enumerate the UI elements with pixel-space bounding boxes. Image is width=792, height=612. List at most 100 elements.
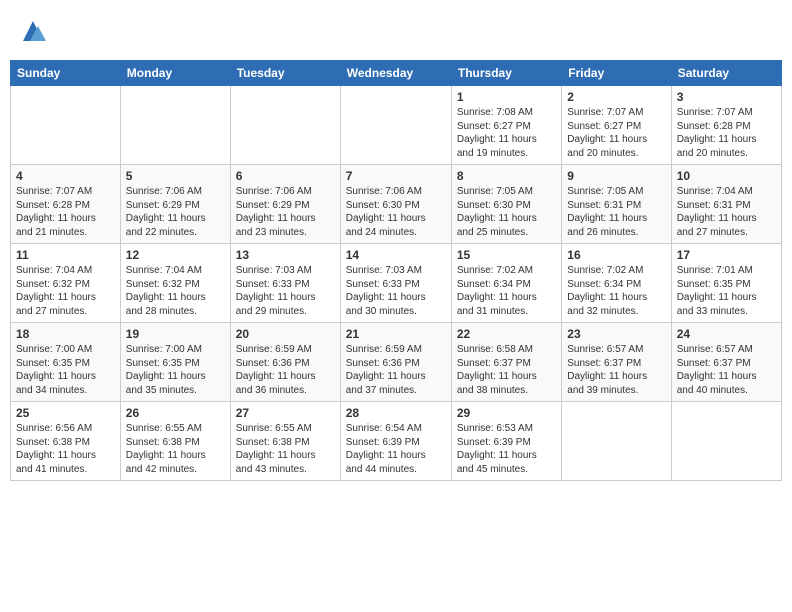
week-row-1: 1 Sunrise: 7:08 AM Sunset: 6:27 PM Daylig…: [11, 86, 782, 165]
day-number: 21: [346, 327, 446, 341]
day-number: 18: [16, 327, 115, 341]
calendar-header: SundayMondayTuesdayWednesdayThursdayFrid…: [11, 61, 782, 86]
day-info: Sunrise: 7:07 AM Sunset: 6:27 PM Dayligh…: [567, 106, 665, 160]
day-info: Sunrise: 7:04 AM Sunset: 6:32 PM Dayligh…: [16, 264, 115, 318]
day-number: 23: [567, 327, 665, 341]
day-number: 12: [126, 248, 225, 262]
header: [10, 10, 782, 52]
day-info: Sunrise: 7:03 AM Sunset: 6:33 PM Dayligh…: [236, 264, 335, 318]
day-info: Sunrise: 7:05 AM Sunset: 6:31 PM Dayligh…: [567, 185, 665, 239]
day-number: 4: [16, 169, 115, 183]
day-number: 1: [457, 90, 556, 104]
day-info: Sunrise: 7:06 AM Sunset: 6:29 PM Dayligh…: [126, 185, 225, 239]
day-info: Sunrise: 7:01 AM Sunset: 6:35 PM Dayligh…: [677, 264, 776, 318]
day-cell: 23 Sunrise: 6:57 AM Sunset: 6:37 PM Dayli…: [562, 323, 671, 402]
day-cell: 14 Sunrise: 7:03 AM Sunset: 6:33 PM Dayli…: [340, 244, 451, 323]
day-cell: 26 Sunrise: 6:55 AM Sunset: 6:38 PM Dayli…: [120, 402, 230, 481]
day-cell: 12 Sunrise: 7:04 AM Sunset: 6:32 PM Dayli…: [120, 244, 230, 323]
day-info: Sunrise: 7:06 AM Sunset: 6:29 PM Dayligh…: [236, 185, 335, 239]
day-number: 25: [16, 406, 115, 420]
day-info: Sunrise: 6:55 AM Sunset: 6:38 PM Dayligh…: [236, 422, 335, 476]
day-cell: [230, 86, 340, 165]
header-row: SundayMondayTuesdayWednesdayThursdayFrid…: [11, 61, 782, 86]
day-info: Sunrise: 6:59 AM Sunset: 6:36 PM Dayligh…: [236, 343, 335, 397]
day-cell: 22Sunrise: 6:58 AM Sunset: 6:37 PM Dayli…: [451, 323, 561, 402]
day-number: 15: [457, 248, 556, 262]
day-cell: 27 Sunrise: 6:55 AM Sunset: 6:38 PM Dayli…: [230, 402, 340, 481]
day-number: 11: [16, 248, 115, 262]
day-cell: 19 Sunrise: 7:00 AM Sunset: 6:35 PM Dayli…: [120, 323, 230, 402]
day-number: 16: [567, 248, 665, 262]
day-cell: [671, 402, 781, 481]
logo-icon: [18, 16, 48, 46]
day-info: Sunrise: 6:57 AM Sunset: 6:37 PM Dayligh…: [677, 343, 776, 397]
calendar-table: SundayMondayTuesdayWednesdayThursdayFrid…: [10, 60, 782, 481]
day-info: Sunrise: 7:06 AM Sunset: 6:30 PM Dayligh…: [346, 185, 446, 239]
day-cell: [120, 86, 230, 165]
day-info: Sunrise: 6:58 AM Sunset: 6:37 PM Dayligh…: [457, 343, 556, 397]
day-number: 24: [677, 327, 776, 341]
week-row-2: 4 Sunrise: 7:07 AM Sunset: 6:28 PM Daylig…: [11, 165, 782, 244]
day-info: Sunrise: 6:54 AM Sunset: 6:39 PM Dayligh…: [346, 422, 446, 476]
day-cell: 10 Sunrise: 7:04 AM Sunset: 6:31 PM Dayli…: [671, 165, 781, 244]
day-info: Sunrise: 7:04 AM Sunset: 6:31 PM Dayligh…: [677, 185, 776, 239]
day-cell: 1 Sunrise: 7:08 AM Sunset: 6:27 PM Daylig…: [451, 86, 561, 165]
day-number: 14: [346, 248, 446, 262]
day-number: 8: [457, 169, 556, 183]
day-number: 27: [236, 406, 335, 420]
day-info: Sunrise: 7:00 AM Sunset: 6:35 PM Dayligh…: [126, 343, 225, 397]
week-row-3: 11 Sunrise: 7:04 AM Sunset: 6:32 PM Dayli…: [11, 244, 782, 323]
day-info: Sunrise: 7:07 AM Sunset: 6:28 PM Dayligh…: [16, 185, 115, 239]
day-info: Sunrise: 7:07 AM Sunset: 6:28 PM Dayligh…: [677, 106, 776, 160]
day-info: Sunrise: 7:08 AM Sunset: 6:27 PM Dayligh…: [457, 106, 556, 160]
day-cell: 7Sunrise: 7:06 AM Sunset: 6:30 PM Daylig…: [340, 165, 451, 244]
day-number: 17: [677, 248, 776, 262]
day-cell: 25 Sunrise: 6:56 AM Sunset: 6:38 PM Dayli…: [11, 402, 121, 481]
week-row-4: 18 Sunrise: 7:00 AM Sunset: 6:35 PM Dayli…: [11, 323, 782, 402]
day-number: 29: [457, 406, 556, 420]
day-number: 3: [677, 90, 776, 104]
header-cell-tuesday: Tuesday: [230, 61, 340, 86]
day-cell: 28Sunrise: 6:54 AM Sunset: 6:39 PM Dayli…: [340, 402, 451, 481]
day-cell: 3 Sunrise: 7:07 AM Sunset: 6:28 PM Daylig…: [671, 86, 781, 165]
day-number: 10: [677, 169, 776, 183]
day-cell: [11, 86, 121, 165]
day-number: 13: [236, 248, 335, 262]
day-cell: 6 Sunrise: 7:06 AM Sunset: 6:29 PM Daylig…: [230, 165, 340, 244]
day-cell: 20 Sunrise: 6:59 AM Sunset: 6:36 PM Dayli…: [230, 323, 340, 402]
day-info: Sunrise: 6:57 AM Sunset: 6:37 PM Dayligh…: [567, 343, 665, 397]
day-info: Sunrise: 7:00 AM Sunset: 6:35 PM Dayligh…: [16, 343, 115, 397]
week-row-5: 25 Sunrise: 6:56 AM Sunset: 6:38 PM Dayli…: [11, 402, 782, 481]
day-cell: 21Sunrise: 6:59 AM Sunset: 6:36 PM Dayli…: [340, 323, 451, 402]
calendar-body: 1 Sunrise: 7:08 AM Sunset: 6:27 PM Daylig…: [11, 86, 782, 481]
day-cell: 18 Sunrise: 7:00 AM Sunset: 6:35 PM Dayli…: [11, 323, 121, 402]
day-info: Sunrise: 7:02 AM Sunset: 6:34 PM Dayligh…: [457, 264, 556, 318]
day-cell: 5 Sunrise: 7:06 AM Sunset: 6:29 PM Daylig…: [120, 165, 230, 244]
day-number: 6: [236, 169, 335, 183]
day-cell: 4 Sunrise: 7:07 AM Sunset: 6:28 PM Daylig…: [11, 165, 121, 244]
day-number: 5: [126, 169, 225, 183]
day-info: Sunrise: 6:56 AM Sunset: 6:38 PM Dayligh…: [16, 422, 115, 476]
day-info: Sunrise: 6:53 AM Sunset: 6:39 PM Dayligh…: [457, 422, 556, 476]
header-cell-friday: Friday: [562, 61, 671, 86]
header-cell-wednesday: Wednesday: [340, 61, 451, 86]
day-number: 2: [567, 90, 665, 104]
day-cell: [562, 402, 671, 481]
day-cell: 11 Sunrise: 7:04 AM Sunset: 6:32 PM Dayli…: [11, 244, 121, 323]
day-number: 26: [126, 406, 225, 420]
day-cell: 15 Sunrise: 7:02 AM Sunset: 6:34 PM Dayli…: [451, 244, 561, 323]
day-info: Sunrise: 7:03 AM Sunset: 6:33 PM Dayligh…: [346, 264, 446, 318]
day-number: 20: [236, 327, 335, 341]
header-cell-saturday: Saturday: [671, 61, 781, 86]
day-cell: 2 Sunrise: 7:07 AM Sunset: 6:27 PM Daylig…: [562, 86, 671, 165]
day-info: Sunrise: 7:04 AM Sunset: 6:32 PM Dayligh…: [126, 264, 225, 318]
day-info: Sunrise: 7:02 AM Sunset: 6:34 PM Dayligh…: [567, 264, 665, 318]
day-info: Sunrise: 6:55 AM Sunset: 6:38 PM Dayligh…: [126, 422, 225, 476]
day-cell: [340, 86, 451, 165]
day-cell: 8Sunrise: 7:05 AM Sunset: 6:30 PM Daylig…: [451, 165, 561, 244]
header-cell-monday: Monday: [120, 61, 230, 86]
header-cell-sunday: Sunday: [11, 61, 121, 86]
day-cell: 29 Sunrise: 6:53 AM Sunset: 6:39 PM Dayli…: [451, 402, 561, 481]
day-number: 19: [126, 327, 225, 341]
day-cell: 17 Sunrise: 7:01 AM Sunset: 6:35 PM Dayli…: [671, 244, 781, 323]
